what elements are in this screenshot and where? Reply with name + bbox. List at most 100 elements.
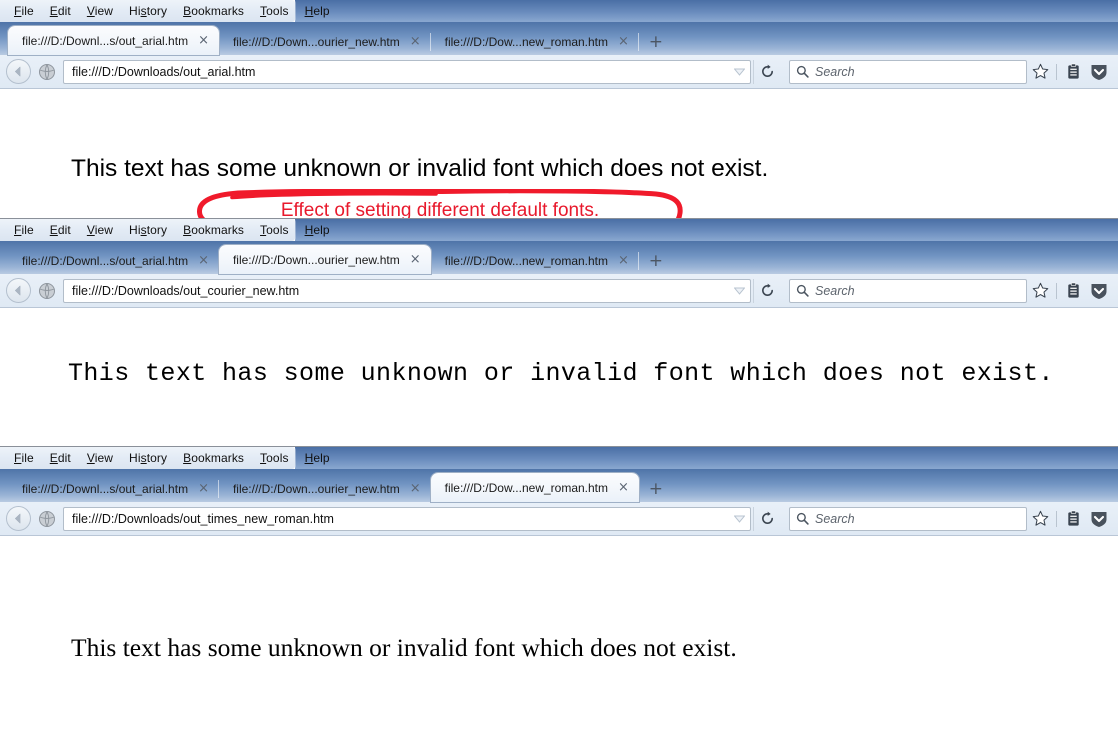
url-bar[interactable]: file:///D:/Downloads/out_courier_new.htm: [63, 279, 751, 303]
browser-window-courier-new: File Edit View History Bookmarks Tools H…: [0, 218, 1118, 446]
menu-tools[interactable]: Tools: [252, 219, 297, 241]
close-icon[interactable]: ×: [410, 482, 421, 495]
app-menu-button[interactable]: [1086, 278, 1112, 304]
tab-out-courier-new[interactable]: file:///D:/Down...ourier_new.htm ×: [219, 28, 431, 55]
tab-label: file:///D:/Dow...new_roman.htm: [445, 481, 608, 495]
search-placeholder: Search: [815, 512, 855, 526]
menu-history[interactable]: History: [121, 219, 175, 241]
menu-edit[interactable]: Edit: [42, 447, 79, 469]
close-icon[interactable]: ×: [618, 254, 629, 267]
chevron-down-badge-icon: [1089, 509, 1109, 529]
bookmark-star-button[interactable]: [1027, 278, 1053, 304]
tab-label: file:///D:/Dow...new_roman.htm: [445, 35, 608, 49]
globe-icon: [37, 281, 57, 301]
menu-help[interactable]: Help: [297, 0, 338, 22]
page-content-times-new-roman: This text has some unknown or invalid fo…: [0, 536, 1118, 737]
browser-window-arial: FFileile Edit View History Bookmarks Too…: [0, 0, 1118, 218]
search-input[interactable]: Search: [789, 279, 1027, 303]
menu-bookmarks[interactable]: Bookmarks: [175, 0, 252, 22]
menu-history[interactable]: History: [121, 447, 175, 469]
menu-bar-1: FFileile Edit View History Bookmarks Too…: [0, 0, 295, 22]
menu-history[interactable]: History: [121, 0, 175, 22]
menu-tools[interactable]: Tools: [252, 0, 297, 22]
menu-view[interactable]: View: [79, 447, 121, 469]
window-chrome-fill-1: [295, 0, 1118, 22]
library-clipboard-icon: [1065, 63, 1082, 80]
tab-label: file:///D:/Down...ourier_new.htm: [233, 253, 400, 267]
back-button[interactable]: [6, 59, 31, 84]
close-icon[interactable]: ×: [410, 35, 421, 48]
close-icon[interactable]: ×: [198, 254, 209, 267]
close-icon[interactable]: ×: [198, 482, 209, 495]
back-button[interactable]: [6, 506, 31, 531]
menu-bookmarks[interactable]: Bookmarks: [175, 447, 252, 469]
tab-out-times-new-roman[interactable]: file:///D:/Dow...new_roman.htm ×: [431, 247, 639, 274]
close-icon[interactable]: ×: [410, 253, 421, 266]
menu-file[interactable]: File: [6, 447, 42, 469]
navigation-toolbar-3: file:///D:/Downloads/out_times_new_roman…: [0, 502, 1118, 536]
close-icon[interactable]: ×: [618, 35, 629, 48]
menu-file[interactable]: FFileile: [6, 0, 42, 22]
menu-edit[interactable]: Edit: [42, 219, 79, 241]
tab-label: file:///D:/Dow...new_roman.htm: [445, 254, 608, 268]
bookmark-star-button[interactable]: [1027, 59, 1053, 85]
reload-button[interactable]: [753, 60, 781, 84]
app-menu-button[interactable]: [1086, 506, 1112, 532]
library-button[interactable]: [1060, 506, 1086, 532]
chevron-down-badge-icon: [1089, 62, 1109, 82]
document-text-sans: This text has some unknown or invalid fo…: [71, 155, 768, 183]
tab-label: file:///D:/Down...ourier_new.htm: [233, 35, 400, 49]
menu-view[interactable]: View: [79, 0, 121, 22]
dropdown-caret-icon[interactable]: [730, 515, 748, 523]
tab-out-times-new-roman[interactable]: file:///D:/Dow...new_roman.htm ×: [431, 473, 639, 502]
search-input[interactable]: Search: [789, 60, 1027, 84]
page-content-courier-new: This text has some unknown or invalid fo…: [0, 308, 1118, 446]
url-text: file:///D:/Downloads/out_courier_new.htm: [72, 284, 730, 298]
tab-out-courier-new[interactable]: file:///D:/Down...ourier_new.htm ×: [219, 475, 431, 502]
menu-bookmarks[interactable]: Bookmarks: [175, 219, 252, 241]
library-button[interactable]: [1060, 59, 1086, 85]
bookmark-star-button[interactable]: [1027, 506, 1053, 532]
url-bar[interactable]: file:///D:/Downloads/out_times_new_roman…: [63, 507, 751, 531]
search-placeholder: Search: [815, 284, 855, 298]
tab-label: file:///D:/Downl...s/out_arial.htm: [22, 34, 188, 48]
dropdown-caret-icon[interactable]: [730, 68, 748, 76]
menu-view[interactable]: View: [79, 219, 121, 241]
tab-out-courier-new[interactable]: file:///D:/Down...ourier_new.htm ×: [219, 245, 431, 274]
close-icon[interactable]: ×: [618, 481, 629, 494]
tab-label: file:///D:/Downl...s/out_arial.htm: [22, 482, 188, 496]
back-button[interactable]: [6, 278, 31, 303]
menu-edit[interactable]: Edit: [42, 0, 79, 22]
library-clipboard-icon: [1065, 510, 1082, 527]
tab-label: file:///D:/Down...ourier_new.htm: [233, 482, 400, 496]
back-arrow-icon: [11, 283, 26, 298]
search-input[interactable]: Search: [789, 507, 1027, 531]
tab-out-times-new-roman[interactable]: file:///D:/Dow...new_roman.htm ×: [431, 28, 639, 55]
new-tab-button[interactable]: +: [643, 476, 669, 502]
menubar-region-3: File Edit View History Bookmarks Tools H…: [0, 447, 1118, 469]
new-tab-button[interactable]: +: [643, 248, 669, 274]
menubar-region-1: FFileile Edit View History Bookmarks Too…: [0, 0, 1118, 22]
close-icon[interactable]: ×: [198, 34, 209, 47]
tab-out-arial[interactable]: file:///D:/Downl...s/out_arial.htm ×: [8, 247, 219, 274]
menu-help[interactable]: Help: [297, 219, 338, 241]
url-bar[interactable]: file:///D:/Downloads/out_arial.htm: [63, 60, 751, 84]
app-menu-button[interactable]: [1086, 59, 1112, 85]
menu-file[interactable]: File: [6, 219, 42, 241]
tab-label: file:///D:/Downl...s/out_arial.htm: [22, 254, 188, 268]
menu-help[interactable]: Help: [297, 447, 338, 469]
dropdown-caret-icon[interactable]: [730, 287, 748, 295]
chevron-down-badge-icon: [1089, 281, 1109, 301]
menubar-region-2: File Edit View History Bookmarks Tools H…: [0, 219, 1118, 241]
back-arrow-icon: [11, 64, 26, 79]
menu-tools[interactable]: Tools: [252, 447, 297, 469]
library-button[interactable]: [1060, 278, 1086, 304]
tab-strip-2: file:///D:/Downl...s/out_arial.htm × fil…: [0, 241, 1118, 274]
tab-out-arial[interactable]: file:///D:/Downl...s/out_arial.htm ×: [8, 475, 219, 502]
screenshot-root: FFileile Edit View History Bookmarks Too…: [0, 0, 1118, 737]
reload-button[interactable]: [753, 279, 781, 303]
globe-icon: [37, 62, 57, 82]
reload-button[interactable]: [753, 507, 781, 531]
tab-out-arial[interactable]: file:///D:/Downl...s/out_arial.htm ×: [8, 26, 219, 55]
new-tab-button[interactable]: +: [643, 29, 669, 55]
